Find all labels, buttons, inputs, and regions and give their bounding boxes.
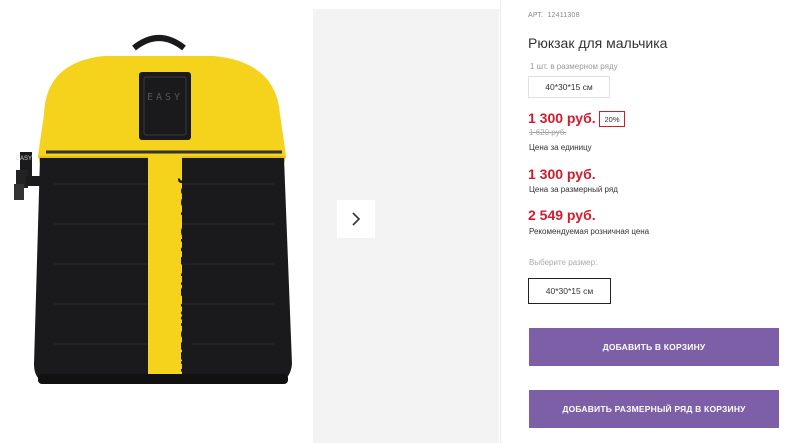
pack-size-chip: 40*30*15 см (528, 76, 610, 98)
product-title: Рюкзак для мальчика (528, 35, 668, 51)
add-set-to-cart-button[interactable]: ДОБАВИТЬ РАЗМЕРНЫЙ РЯД В КОРЗИНУ (529, 390, 779, 428)
gallery-next-button[interactable] (337, 200, 375, 238)
price-set: 1 300 руб. (528, 166, 596, 182)
price-current: 1 300 руб. (528, 110, 596, 126)
price-retail-label: Рекомендуемая розничная цена (529, 227, 650, 236)
choose-size-label: Выберите размер: (529, 258, 598, 267)
backpack-tag-text: EASY (16, 156, 33, 162)
product-info-panel: АРТ. 12411308 Рюкзак для мальчика 1 шт. … (528, 0, 790, 443)
backpack-image (14, 35, 292, 384)
article-value: 12411308 (547, 12, 580, 19)
article-number: АРТ. 12411308 (528, 12, 580, 19)
product-next-image[interactable] (313, 9, 499, 443)
price-retail: 2 549 руб. (528, 207, 596, 223)
price-unit-label: Цена за единицу (529, 143, 592, 152)
discount-badge: 20% (599, 111, 625, 127)
product-main-image[interactable]: EASY JUST GIVE ME AHOLLA EASY (0, 0, 312, 443)
backpack-stripe-text: JUST GIVE ME AHOLLA (177, 179, 193, 373)
price-set-label: Цена за размерный ряд (529, 185, 618, 194)
pack-label: 1 шт. в размерном ряду (530, 62, 618, 71)
price-old: 1 620 руб. (529, 128, 567, 137)
gallery-divider (500, 0, 501, 443)
article-label: АРТ. (528, 12, 544, 19)
add-to-cart-button[interactable]: ДОБАВИТЬ В КОРЗИНУ (529, 328, 779, 366)
backpack-patch-text: EASY (146, 92, 184, 103)
chevron-right-icon (352, 212, 361, 226)
size-option-button[interactable]: 40*30*15 см (528, 278, 611, 304)
